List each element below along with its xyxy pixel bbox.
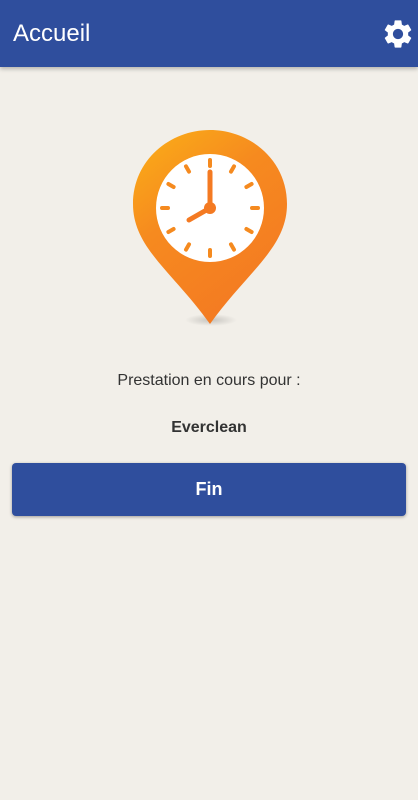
gear-icon[interactable]: [381, 17, 415, 51]
page-title: Accueil: [13, 20, 91, 47]
end-button[interactable]: Fin: [12, 463, 406, 516]
client-name: Everclean: [171, 419, 247, 436]
location-clock-icon: [125, 122, 295, 334]
app-bar: Accueil: [0, 0, 418, 67]
status-label: Prestation en cours pour :: [117, 372, 301, 389]
